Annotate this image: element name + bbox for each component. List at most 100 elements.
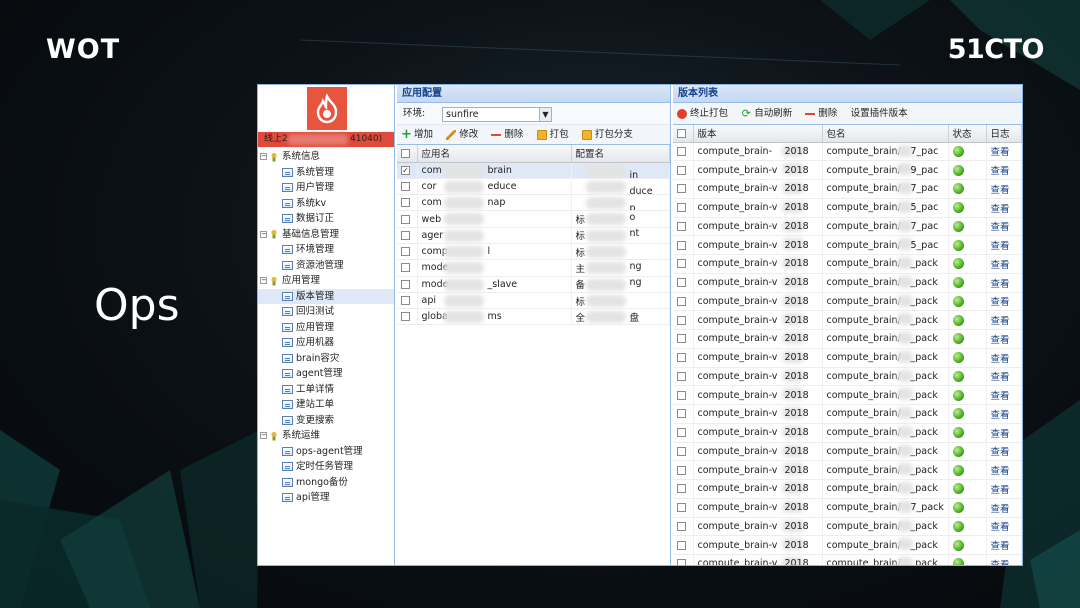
view-log-link[interactable]: 查看 (991, 391, 1010, 402)
row-checkbox[interactable] (673, 423, 694, 443)
table-row[interactable]: compute_brain-v2018compute_brain/_pack 查看 (673, 348, 1022, 368)
row-checkbox[interactable] (673, 179, 694, 199)
table-row[interactable]: compute_brain-v 2018 compute_brain/5_pac 查看 (673, 198, 1022, 218)
tree-group[interactable]: − 系统信息 (258, 149, 394, 165)
table-row[interactable]: compute_brain-v2018compute_brain/_pack 查看 (673, 535, 1022, 555)
table-row[interactable]: api 标 (397, 292, 670, 310)
tree-group[interactable]: − 基础信息管理 (258, 227, 394, 243)
row-checkbox[interactable] (673, 198, 694, 218)
add-button[interactable]: + 增加 (401, 125, 433, 145)
table-row[interactable]: compute_brain-v2018compute_brain/_pack 查看 (673, 479, 1022, 499)
view-log-link[interactable]: 查看 (991, 335, 1010, 346)
view-log-link[interactable]: 查看 (991, 485, 1010, 496)
row-checkbox[interactable] (673, 460, 694, 480)
tree-item[interactable]: 应用管理 (258, 320, 394, 336)
table-row[interactable]: mode _slave 备 ng (397, 276, 670, 293)
table-row[interactable]: compute_brain-v2018compute_brain/_pack 查看 (673, 273, 1022, 293)
view-log-link[interactable]: 查看 (991, 204, 1010, 215)
tree-group[interactable]: − 应用管理 (258, 273, 394, 289)
view-log-link[interactable]: 查看 (991, 279, 1010, 290)
row-checkbox[interactable] (673, 517, 694, 537)
table-row[interactable]: compute_brain-v2018compute_brain/_pack 查看 (673, 329, 1022, 349)
tree-item[interactable]: 定时任务管理 (258, 459, 394, 475)
environment-select[interactable]: sunfire ▼ (442, 107, 552, 122)
row-checkbox[interactable] (673, 404, 694, 424)
row-checkbox[interactable] (673, 479, 694, 499)
collapse-toggle-icon[interactable]: − (260, 432, 267, 439)
pack-branch-button[interactable]: 打包分支 (581, 125, 633, 145)
edit-button[interactable]: 修改 (446, 125, 478, 145)
table-row[interactable]: compute_brain-v2018compute_brain/_pack 查看 (673, 517, 1022, 537)
column-header-package[interactable]: 包名 (822, 125, 949, 143)
row-checkbox[interactable] (673, 235, 694, 255)
row-checkbox[interactable] (673, 554, 694, 565)
row-checkbox[interactable] (673, 535, 694, 555)
view-log-link[interactable]: 查看 (991, 222, 1010, 233)
tree-item[interactable]: 回归测试 (258, 304, 394, 320)
table-row[interactable]: compute_brain-v2018compute_brain/_pack 查看 (673, 404, 1022, 424)
row-checkbox[interactable] (397, 227, 418, 244)
table-row[interactable]: com nap p (397, 194, 670, 212)
column-header-app-name[interactable]: 应用名 (417, 145, 572, 163)
column-header-status[interactable]: 状态 (948, 125, 987, 143)
tree-item[interactable]: 系统管理 (258, 165, 394, 181)
column-header-config-name[interactable]: 配置名 (571, 145, 670, 163)
delete-version-button[interactable]: 删除 (805, 103, 837, 125)
view-log-link[interactable]: 查看 (991, 429, 1010, 440)
table-row[interactable]: compute_brain-v2018compute_brain/_pack 查看 (673, 292, 1022, 312)
tree-item[interactable]: api管理 (258, 490, 394, 506)
row-checkbox[interactable] (673, 292, 694, 312)
row-checkbox[interactable] (673, 385, 694, 405)
table-row[interactable]: compute_brain-v 2018 compute_brain/5_pac 查看 (673, 235, 1022, 255)
table-row[interactable]: globa ms 全盘 (397, 308, 670, 326)
table-row[interactable]: compute_brain-v 2018 compute_brain/9_pac 查看 (673, 160, 1022, 180)
tree-item[interactable]: 环境管理 (258, 242, 394, 258)
row-checkbox[interactable] (673, 217, 694, 237)
row-checkbox[interactable] (397, 178, 418, 196)
row-checkbox[interactable] (673, 160, 694, 180)
view-log-link[interactable]: 查看 (991, 522, 1010, 533)
table-row[interactable]: compute_brain-v2018compute_brain/_pack 查看 (673, 367, 1022, 387)
table-row[interactable]: compute_brain-v 2018 compute_brain/7_pack 查… (673, 498, 1022, 518)
table-row[interactable]: compute_brain- 2018 compute_brain/7_pac 查看 (673, 142, 1022, 162)
tree-item[interactable]: 系统kv (258, 196, 394, 212)
view-log-link[interactable]: 查看 (991, 147, 1010, 158)
table-row[interactable]: compute_brain-v2018compute_brain/_pack 查看 (673, 460, 1022, 480)
table-row[interactable]: compute_brain-v 2018 compute_brain/7_pac 查看 (673, 179, 1022, 199)
table-row[interactable]: web 标 o (397, 210, 670, 228)
column-header-version[interactable]: 版本 (693, 125, 823, 143)
collapse-toggle-icon[interactable]: − (260, 153, 267, 160)
tree-item[interactable]: ops-agent管理 (258, 444, 394, 460)
row-checkbox[interactable] (397, 308, 418, 326)
row-checkbox[interactable] (673, 142, 694, 162)
table-row[interactable]: compute_brain-v2018compute_brain/_pack 查看 (673, 385, 1022, 405)
table-row[interactable]: mode 主 ng (397, 259, 670, 277)
tree-item[interactable]: brain容灾 (258, 351, 394, 367)
table-row[interactable]: compute_brain-v 2018 compute_brain/7_pac 查看 (673, 217, 1022, 237)
tree-item[interactable]: 用户管理 (258, 180, 394, 196)
row-checkbox[interactable]: ✓ (397, 162, 418, 179)
view-log-link[interactable]: 查看 (991, 354, 1010, 365)
tree-item[interactable]: 建站工单 (258, 397, 394, 413)
row-checkbox[interactable] (397, 259, 418, 277)
view-log-link[interactable]: 查看 (991, 260, 1010, 271)
view-log-link[interactable]: 查看 (991, 185, 1010, 196)
row-checkbox[interactable] (673, 254, 694, 274)
tree-item[interactable]: 变更搜索 (258, 413, 394, 429)
environment-banner[interactable]: 线上2 41040) (258, 132, 394, 147)
delete-button[interactable]: 删除 (491, 125, 523, 145)
row-checkbox[interactable] (673, 310, 694, 330)
row-checkbox[interactable] (673, 329, 694, 349)
pack-button[interactable]: 打包 (536, 125, 569, 145)
row-checkbox[interactable] (673, 498, 694, 518)
set-plugin-version-button[interactable]: 设置插件版本 (851, 103, 908, 125)
collapse-toggle-icon[interactable]: − (260, 230, 267, 238)
table-row[interactable]: compute_brain-v2018compute_brain/_pack 查看 (673, 254, 1022, 274)
auto-refresh-button[interactable]: ⟳ 自动刷新 (741, 103, 793, 125)
view-log-link[interactable]: 查看 (991, 166, 1010, 177)
tree-item[interactable]: agent管理 (258, 366, 394, 382)
table-row[interactable]: comp l 标 (397, 243, 670, 261)
view-log-link[interactable]: 查看 (991, 410, 1010, 421)
row-checkbox[interactable] (397, 194, 418, 212)
row-checkbox[interactable] (397, 292, 418, 310)
